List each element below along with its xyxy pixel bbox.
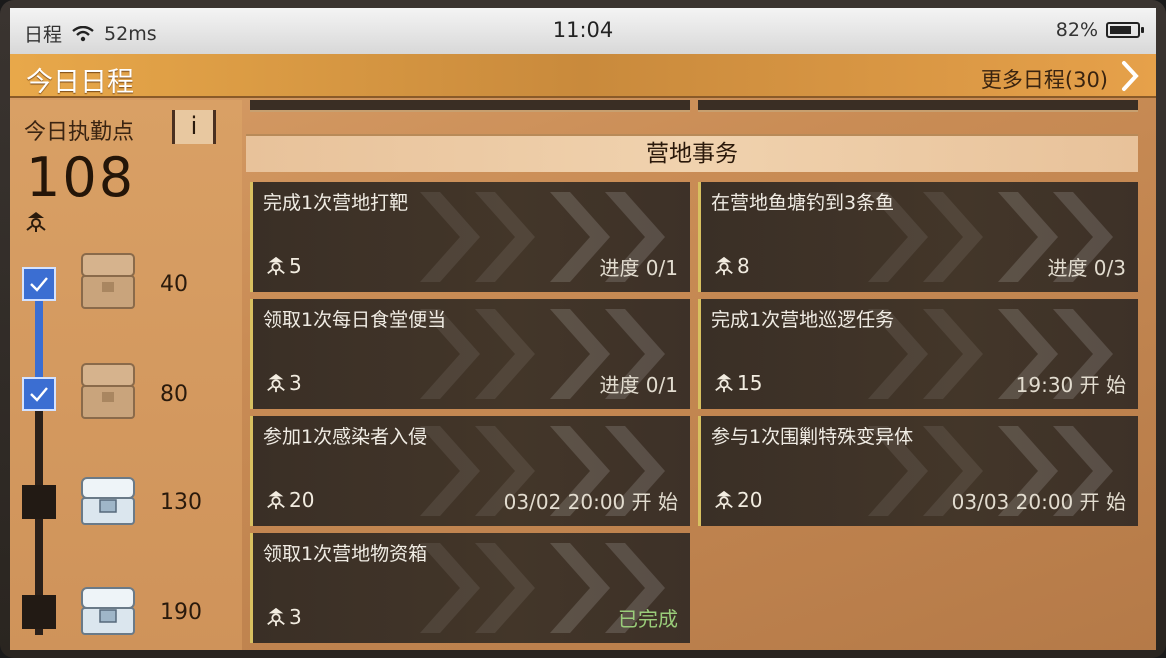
task-status: 进度 0/1 (599, 256, 678, 280)
reward-check-190 (22, 595, 56, 629)
task-name: 完成1次营地打靶 (263, 192, 409, 214)
silver-chest-icon[interactable] (78, 580, 138, 642)
task-status: 已完成 (618, 607, 678, 631)
scroll-edge (698, 100, 1138, 112)
task-points-value: 5 (289, 254, 302, 278)
duty-points-icon (715, 373, 733, 393)
page-title: 今日日程 (26, 67, 134, 98)
reward-check-80 (22, 377, 56, 411)
title-bar: 今日日程 更多日程(30) (10, 54, 1156, 98)
duty-points-icon (715, 490, 733, 510)
scroll-edge (250, 100, 690, 112)
task-name: 领取1次营地物资箱 (263, 543, 428, 565)
duty-points-icon (267, 373, 285, 393)
status-bar: 日程 52ms 11:04 82% (10, 8, 1156, 54)
task-points-value: 3 (289, 371, 302, 395)
task-list: 营地事务 完成1次营地打靶 5 进度 0/1 在营地鱼塘钓到3条鱼 8 进度 0/3 领取1… (246, 100, 1146, 650)
task-status: 进度 0/1 (599, 373, 678, 397)
reward-threshold: 80 (160, 382, 188, 407)
task-name: 在营地鱼塘钓到3条鱼 (711, 192, 895, 214)
task-status: 进度 0/3 (1047, 256, 1126, 280)
duty-points-icon (267, 256, 285, 276)
section-title: 营地事务 (246, 134, 1138, 172)
task-status: 03/03 20:00 开 始 (951, 490, 1126, 514)
task-name: 参与1次围剿特殊变异体 (711, 426, 914, 448)
chevron-right-icon[interactable] (1118, 60, 1142, 92)
info-button[interactable]: i (172, 110, 216, 144)
clock: 11:04 (552, 18, 614, 42)
duty-points-icon (267, 490, 285, 510)
status-right: 82% (1055, 19, 1144, 41)
duty-points-icon (26, 212, 46, 232)
task-points: 15 (713, 371, 762, 395)
chevron-pattern-icon (420, 192, 535, 282)
task-status: 19:30 开 始 (1015, 373, 1126, 397)
chevron-pattern-icon (420, 543, 535, 633)
task-card[interactable]: 完成1次营地巡逻任务 15 19:30 开 始 (698, 299, 1138, 409)
task-status: 03/02 20:00 开 始 (503, 490, 678, 514)
duty-points-value: 108 (26, 146, 136, 209)
reward-check-130 (22, 485, 56, 519)
task-card[interactable]: 在营地鱼塘钓到3条鱼 8 进度 0/3 (698, 182, 1138, 292)
check-icon (30, 277, 48, 292)
task-name: 完成1次营地巡逻任务 (711, 309, 895, 331)
reward-threshold: 130 (160, 490, 202, 515)
task-card[interactable]: 参与1次围剿特殊变异体 20 03/03 20:00 开 始 (698, 416, 1138, 526)
task-points: 3 (265, 371, 302, 395)
duty-panel: 今日执勤点 i 108 40 80 130 190 (10, 100, 242, 650)
check-icon (30, 387, 48, 402)
task-points: 20 (713, 488, 762, 512)
duty-points-label: 今日执勤点 (24, 120, 135, 145)
more-schedule-button[interactable]: 更多日程(30) (981, 64, 1108, 94)
task-card[interactable]: 参加1次感染者入侵 20 03/02 20:00 开 始 (250, 416, 690, 526)
task-points-value: 20 (737, 488, 763, 512)
task-card[interactable]: 完成1次营地打靶 5 进度 0/1 (250, 182, 690, 292)
silver-chest-icon[interactable] (78, 470, 138, 532)
task-points-value: 8 (737, 254, 750, 278)
battery-icon (1106, 22, 1144, 38)
progress-track (35, 275, 43, 635)
device-frame: 日程 52ms 11:04 82% 今日日程 更多日程(30) 今日执勤点 i … (0, 0, 1166, 658)
task-points: 5 (265, 254, 302, 278)
task-points: 8 (713, 254, 750, 278)
duty-points-icon (715, 256, 733, 276)
battery-percent: 82% (1055, 19, 1098, 41)
duty-points-icon (267, 607, 285, 627)
task-card[interactable]: 领取1次营地物资箱 3 已完成 (250, 533, 690, 643)
reward-check-40 (22, 267, 56, 301)
task-name: 领取1次每日食堂便当 (263, 309, 447, 331)
brown-chest-icon[interactable] (78, 360, 138, 422)
screen: 日程 52ms 11:04 82% 今日日程 更多日程(30) 今日执勤点 i … (10, 8, 1156, 650)
battery-fill (1110, 26, 1132, 34)
task-points-value: 15 (737, 371, 763, 395)
task-points-value: 3 (289, 605, 302, 629)
task-name: 参加1次感染者入侵 (263, 426, 428, 448)
brown-chest-icon[interactable] (78, 250, 138, 312)
reward-threshold: 190 (160, 600, 202, 625)
task-points: 20 (265, 488, 314, 512)
task-card[interactable]: 领取1次每日食堂便当 3 进度 0/1 (250, 299, 690, 409)
reward-threshold: 40 (160, 272, 188, 297)
task-points-value: 20 (289, 488, 315, 512)
task-points: 3 (265, 605, 302, 629)
